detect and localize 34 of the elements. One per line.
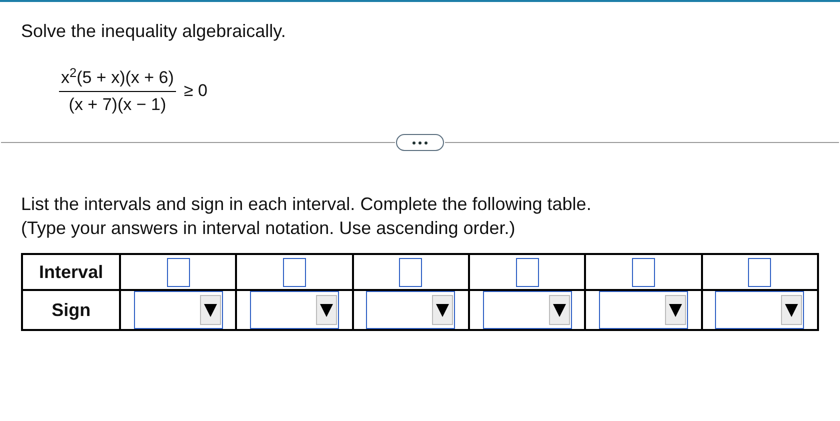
row-header: Sign (52, 300, 91, 320)
caret-icon (552, 304, 566, 316)
relation: ≥ 0 (184, 80, 208, 102)
sign-dropdown[interactable] (134, 291, 223, 329)
denominator: (x + 7)(x − 1) (68, 94, 166, 116)
interval-input[interactable] (399, 258, 422, 286)
row-header: Interval (39, 262, 104, 282)
sign-dropdown[interactable] (366, 291, 456, 329)
sign-dropdown[interactable] (250, 291, 340, 329)
question-text: Solve the inequality algebraically. (21, 20, 286, 43)
more-button[interactable] (396, 134, 444, 151)
dropdown-arrow-button[interactable] (781, 295, 802, 325)
dropdown-arrow-button[interactable] (432, 295, 454, 325)
dropdown-arrow-button[interactable] (548, 295, 570, 325)
interval-input[interactable] (166, 258, 190, 286)
interval-input[interactable] (516, 258, 539, 286)
instruction-text: (Type your answers in interval notation. Use ascending order.) (21, 217, 516, 240)
sign-dropdown[interactable] (598, 291, 688, 329)
caret-icon (320, 304, 334, 316)
caret-icon (204, 304, 217, 316)
interval-input[interactable] (283, 258, 306, 286)
dropdown-arrow-button[interactable] (664, 295, 686, 325)
instruction-text: List the intervals and sign in each interval. Complete the following table. (21, 193, 592, 216)
interval-input[interactable] (748, 258, 772, 286)
caret-icon (436, 304, 450, 316)
sign-dropdown[interactable] (715, 291, 804, 329)
caret-icon (785, 304, 798, 316)
sign-dropdown[interactable] (482, 291, 572, 329)
interval-input[interactable] (632, 258, 655, 286)
numerator: x$^{2}$(5 + x)(x + 6) (60, 67, 175, 89)
dots-icon (412, 140, 428, 144)
dropdown-arrow-button[interactable] (200, 295, 221, 325)
dropdown-arrow-button[interactable] (316, 295, 338, 325)
caret-icon (668, 304, 682, 316)
